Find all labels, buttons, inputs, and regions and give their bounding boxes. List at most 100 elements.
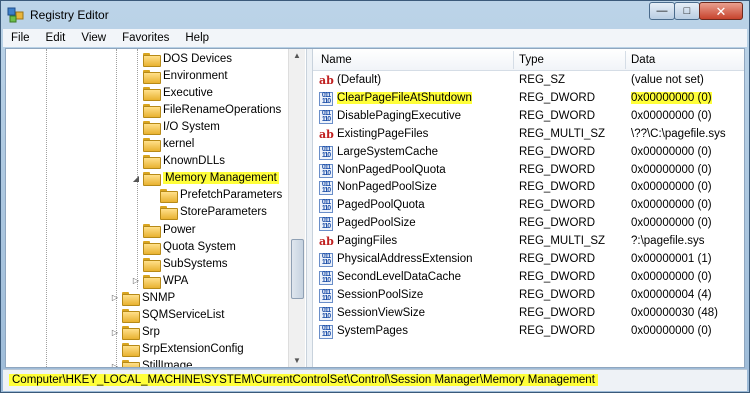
tree-item[interactable]: ▷ StillImage <box>110 358 193 367</box>
value-row[interactable]: 011 110 NonPagedPoolQuota REG_DWORD 0x00000… <box>313 162 744 180</box>
binary-value-icon: 011 110 <box>319 306 333 321</box>
value-row[interactable]: 011 110 PagedPoolQuota REG_DWORD 0x00000000… <box>313 197 744 215</box>
tree-item-label: SubSystems <box>163 257 228 270</box>
value-data: 0x00000030 (48) <box>631 306 718 319</box>
content-area: ▲ ▼ DOS Devices Environment Executive FileR… <box>5 48 745 368</box>
collapsed-arrow-icon[interactable]: ▷ <box>110 328 120 337</box>
tree-item[interactable]: StoreParameters <box>148 204 267 221</box>
tree-item[interactable]: ▷ WPA <box>131 272 188 289</box>
value-type: REG_DWORD <box>519 217 596 230</box>
value-type: REG_DWORD <box>519 199 596 212</box>
value-name: PagingFiles <box>337 235 398 248</box>
binary-value-icon: 011 110 <box>319 288 333 303</box>
window-title: Registry Editor <box>30 8 109 22</box>
collapsed-arrow-icon[interactable]: ▷ <box>110 293 120 302</box>
tree-item[interactable]: SubSystems <box>131 255 228 272</box>
value-type: REG_DWORD <box>519 306 596 319</box>
tree-item-label: SrpExtensionConfig <box>142 343 244 356</box>
binary-value-icon: 011 110 <box>319 324 333 339</box>
tree-item[interactable]: ▷ SNMP <box>110 289 175 306</box>
title-bar[interactable]: Registry Editor — □ ✕ <box>1 1 749 29</box>
value-name: NonPagedPoolSize <box>337 181 437 194</box>
value-row[interactable]: 011 110 DisablePagingExecutive REG_DWORD 0x… <box>313 108 744 126</box>
folder-icon <box>122 326 140 341</box>
value-type: REG_DWORD <box>519 181 596 194</box>
status-path: Computer\HKEY_LOCAL_MACHINE\SYSTEM\Curre… <box>9 374 598 386</box>
folder-icon <box>143 52 161 67</box>
registry-tree[interactable]: ▲ ▼ DOS Devices Environment Executive FileR… <box>6 49 306 367</box>
value-row[interactable]: 011 110 SystemPages REG_DWORD 0x00000000 (0… <box>313 323 744 341</box>
column-type-header[interactable]: Type <box>519 54 544 66</box>
tree-item[interactable]: FileRenameOperations <box>131 101 281 118</box>
value-row[interactable]: ab PagingFiles REG_MULTI_SZ ?:\pagefile.sys <box>313 233 744 251</box>
tree-item[interactable]: Quota System <box>131 238 236 255</box>
folder-icon <box>143 103 161 118</box>
tree-item[interactable]: DOS Devices <box>131 50 232 67</box>
value-name: PagedPoolQuota <box>337 199 425 212</box>
value-type: REG_DWORD <box>519 270 596 283</box>
status-bar: Computer\HKEY_LOCAL_MACHINE\SYSTEM\Curre… <box>3 369 747 391</box>
tree-item[interactable]: SQMServiceList <box>110 307 224 324</box>
folder-icon <box>143 155 161 170</box>
value-row[interactable]: 011 110 SecondLevelDataCache REG_DWORD 0x00… <box>313 269 744 287</box>
value-data: 0x00000000 (0) <box>631 270 712 283</box>
value-row[interactable]: 011 110 SessionPoolSize REG_DWORD 0x0000000… <box>313 287 744 305</box>
tree-item-label: KnownDLLs <box>163 155 226 168</box>
folder-icon <box>143 172 161 187</box>
tree-item-label: StillImage <box>142 360 193 367</box>
tree-item[interactable]: Executive <box>131 84 213 101</box>
tree-item[interactable]: PrefetchParameters <box>148 187 282 204</box>
tree-item[interactable]: SrpExtensionConfig <box>110 341 244 358</box>
value-row[interactable]: 011 110 PagedPoolSize REG_DWORD 0x00000000 … <box>313 215 744 233</box>
value-row[interactable]: 011 110 PhysicalAddressExtension REG_DWORD… <box>313 251 744 269</box>
tree-item[interactable]: I/O System <box>131 118 220 135</box>
value-name: PagedPoolSize <box>337 217 416 230</box>
menu-favorites[interactable]: Favorites <box>114 32 177 44</box>
values-list: Name Type Data ab (Default) REG_SZ (value n… <box>313 49 744 367</box>
value-data: 0x00000000 (0) <box>631 324 712 337</box>
binary-value-icon: 011 110 <box>319 217 333 232</box>
folder-icon <box>122 343 140 358</box>
collapsed-arrow-icon[interactable]: ▷ <box>131 276 141 285</box>
maximize-button[interactable]: □ <box>674 2 700 20</box>
value-row[interactable]: ab (Default) REG_SZ (value not set) <box>313 72 744 90</box>
value-type: REG_DWORD <box>519 145 596 158</box>
close-button[interactable]: ✕ <box>699 2 743 20</box>
menu-file[interactable]: File <box>3 32 38 44</box>
value-name: SecondLevelDataCache <box>337 270 462 283</box>
tree-scrollbar[interactable]: ▲ ▼ <box>288 49 305 367</box>
folder-icon <box>143 138 161 152</box>
value-name: PhysicalAddressExtension <box>337 253 473 265</box>
tree-item-label: SQMServiceList <box>142 309 225 321</box>
menu-help[interactable]: Help <box>177 32 217 44</box>
binary-value-icon: 011 110 <box>319 181 333 196</box>
column-name-header[interactable]: Name <box>321 54 352 66</box>
tree-item-label: I/O System <box>163 120 220 133</box>
tree-item[interactable]: Environment <box>131 67 228 84</box>
collapsed-arrow-icon[interactable]: ▷ <box>110 362 120 367</box>
value-row[interactable]: ab ExistingPageFiles REG_MULTI_SZ \??\C:\pa… <box>313 126 744 144</box>
tree-scrollbar-thumb[interactable] <box>291 239 304 299</box>
pane-splitter[interactable] <box>306 49 313 367</box>
tree-item[interactable]: ◢ Memory Management <box>131 170 279 187</box>
value-row[interactable]: 011 110 NonPagedPoolSize REG_DWORD 0x000000… <box>313 179 744 197</box>
value-name: ClearPageFileAtShutdown <box>337 91 472 104</box>
expanded-arrow-icon[interactable]: ◢ <box>131 174 141 183</box>
folder-icon <box>143 223 161 238</box>
column-data-header[interactable]: Data <box>631 54 655 66</box>
tree-item-label: Quota System <box>163 240 236 253</box>
value-name: DisablePagingExecutive <box>337 109 462 122</box>
tree-item[interactable]: Power <box>131 221 196 238</box>
menu-view[interactable]: View <box>73 32 114 44</box>
value-data: \??\C:\pagefile.sys <box>631 127 726 140</box>
minimize-button[interactable]: — <box>649 2 675 20</box>
tree-item[interactable]: KnownDLLs <box>131 153 225 170</box>
tree-item[interactable]: kernel <box>131 136 194 153</box>
tree-item[interactable]: ▷ Srp <box>110 324 160 341</box>
value-type: REG_DWORD <box>519 109 596 122</box>
value-type: REG_DWORD <box>519 91 596 104</box>
value-row[interactable]: 011 110 ClearPageFileAtShutdown REG_DWORD 0… <box>313 90 744 108</box>
value-row[interactable]: 011 110 SessionViewSize REG_DWORD 0x0000003… <box>313 305 744 323</box>
value-row[interactable]: 011 110 LargeSystemCache REG_DWORD 0x000000… <box>313 144 744 162</box>
menu-edit[interactable]: Edit <box>38 32 74 44</box>
